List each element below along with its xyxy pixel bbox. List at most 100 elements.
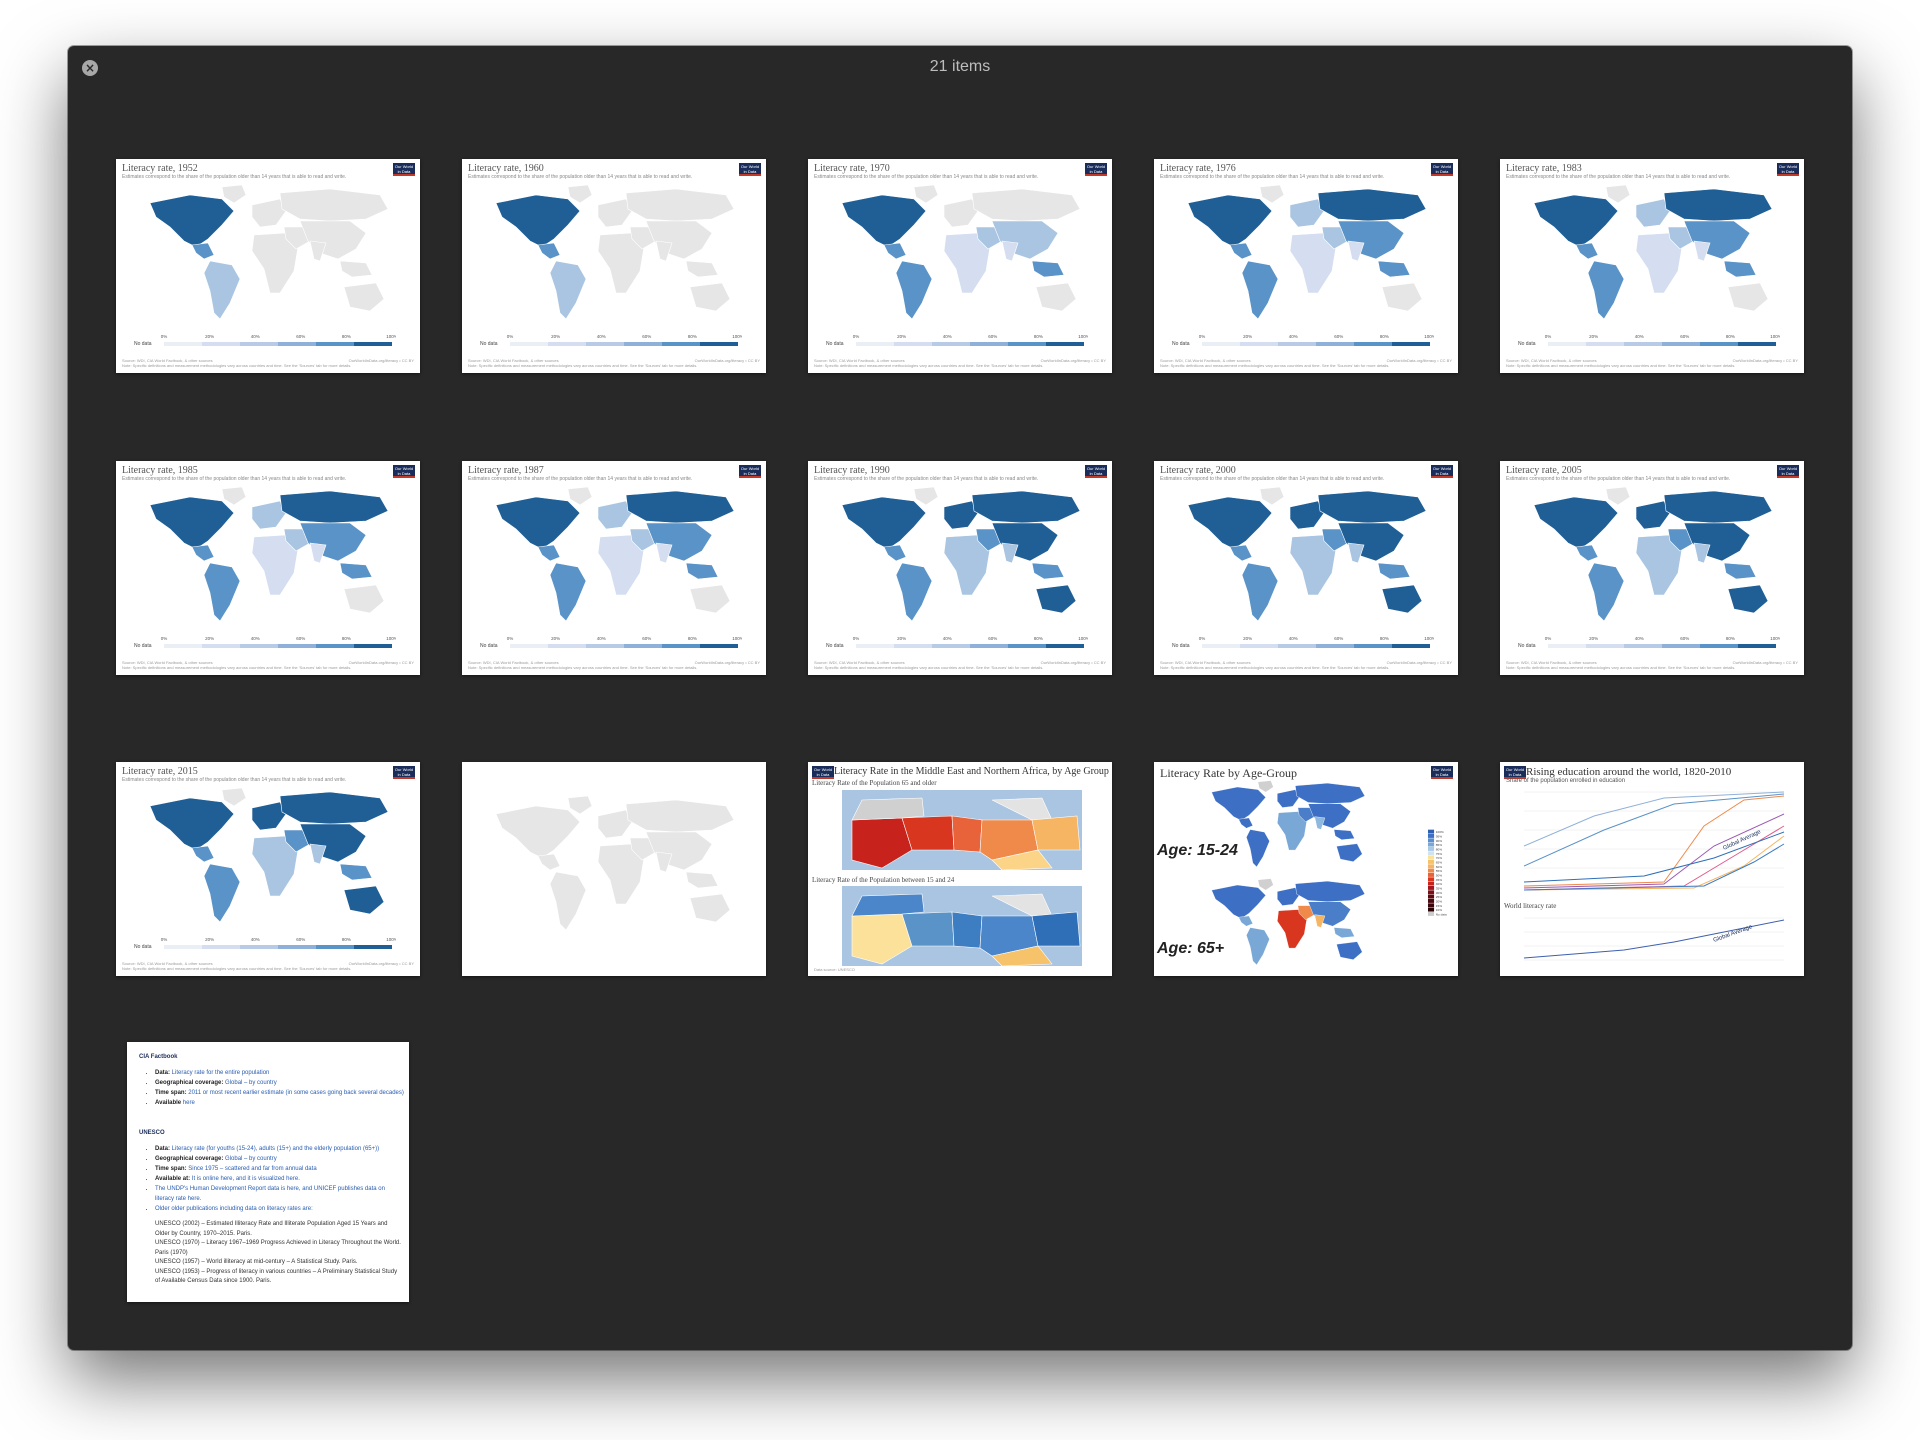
map-region-sa [1587,562,1625,622]
color-legend: No data 0% 20% 40% 60% 80% 100% [826,636,1088,649]
rising-education-thumbnail[interactable]: Our World in Data Rising education around… [1500,762,1804,976]
rising-title: Rising education around the world, 1820-… [1526,766,1732,778]
item-value[interactable]: The UNDP's Human Development Report data… [155,1186,385,1202]
world-map [841,486,1081,622]
map-thumbnail[interactable]: Literacy rate, 1960 Estimates correspond … [462,159,766,373]
item-value[interactable]: Since 1975 – scattered and far from annu… [188,1166,316,1172]
map-thumbnail[interactable]: Literacy rate, 2005 Estimates correspond … [1500,461,1804,675]
legend-swatch [1428,890,1435,895]
map-region-au [1336,843,1363,862]
legend-tick: 40% [1289,334,1298,339]
map-region-eu [597,500,633,530]
legend-swatch [1662,342,1700,346]
map-region-sea [339,562,373,580]
legend-label: 10% [1436,908,1442,912]
legend-swatch [970,342,1008,346]
legend-swatch [624,644,662,648]
item-value[interactable]: Older older publications including data … [155,1206,313,1212]
mena-thumbnail[interactable]: Our World in Data Literacy Rate in the Mi… [808,762,1112,976]
legend-swatch [1316,644,1354,648]
map-thumbnail[interactable]: Literacy rate, 1983 Estimates correspond … [1500,159,1804,373]
legend-tick: 80% [1726,636,1735,641]
map-thumbnail[interactable]: Literacy rate, 2015 Estimates correspond … [116,762,420,976]
legend-swatch [700,342,738,346]
item-value[interactable]: Global – by country [225,1156,277,1162]
source-link: OurWorldInData.org/literacy • CC BY [348,358,414,363]
publication-item: UNESCO (2002) – Estimated Illiteracy Rat… [155,1221,388,1237]
map-region-grn [1605,184,1631,204]
item-key: Geographical coverage: [155,1080,226,1086]
legend-tick: 40% [1289,636,1298,641]
legend-label: 20% [1436,899,1442,903]
agegroup-thumbnail[interactable]: Literacy Rate by Age-Group Our World in D… [1154,762,1458,976]
item-value[interactable]: It is online here, and it is visualized … [192,1176,300,1182]
mena-region [951,911,983,949]
publications-list: UNESCO (2002) – Estimated Illiteracy Rat… [155,1220,403,1287]
legend-swatch [856,644,894,648]
map-region-na [495,496,581,550]
item-value[interactable]: here [183,1100,195,1106]
color-legend: No data 0% 20% 40% 60% 80% 100% [1518,636,1780,649]
legend-tick: 100% [1078,334,1088,339]
item-value[interactable]: Global – by country [225,1080,277,1086]
map-thumbnail[interactable]: Literacy rate, 1952 Estimates correspond … [116,159,420,373]
list-item: The UNDP's Human Development Report data… [155,1184,405,1204]
blank-world-map [495,795,735,931]
source-link: OurWorldInData.org/literacy • CC BY [694,660,760,665]
legend-tick: 100% [1770,334,1780,339]
item-value[interactable]: Literacy rate (for youths (15-24), adult… [172,1146,379,1152]
map-thumbnail[interactable]: Literacy rate, 1970 Estimates correspond … [808,159,1112,373]
legend-label: 65% [1436,860,1442,864]
map-region-as [299,522,367,562]
mena-region [1031,911,1081,947]
legend-tick: 20% [1589,636,1598,641]
thumbnail-title: Literacy rate, 2000 [1160,465,1236,476]
legend-tick: 20% [205,334,214,339]
map-region-grn [567,486,593,506]
legend-swatch [164,945,202,949]
blank-map-thumbnail[interactable] [462,762,766,976]
color-legend: No data 0% 20% 40% 60% 80% 100% [134,636,396,649]
item-value[interactable]: 2011 or most recent earlier estimate (in… [188,1090,404,1096]
map-region-sa [1246,927,1270,966]
map-thumbnail[interactable]: Literacy rate, 1990 Estimates correspond … [808,461,1112,675]
world-map [1533,486,1773,622]
owid-logo: Our World in Data [393,465,415,478]
legend-swatch [1202,644,1240,648]
source-link: OurWorldInData.org/literacy • CC BY [1732,660,1798,665]
owid-logo: Our World in Data [1085,163,1107,176]
map-thumbnail[interactable]: Literacy rate, 1985 Estimates correspond … [116,461,420,675]
legend-tick: 0% [853,334,860,339]
item-value[interactable]: Literacy rate for the entire population [172,1070,270,1076]
map-region-sa [203,863,241,923]
map-region-sa [549,260,587,320]
map-region-ca [1575,544,1599,562]
map-region-grn [1259,486,1285,506]
legend-tick: 40% [251,636,260,641]
mena-title: Literacy Rate in the Middle East and Nor… [834,766,1109,777]
color-legend: No data 0% 20% 40% 60% 80% 100% [134,334,396,347]
thumbnail-title: Literacy rate, 2005 [1506,465,1582,476]
legend-tick: 20% [1243,334,1252,339]
legend-swatch [1700,342,1738,346]
map-thumbnail[interactable]: Literacy rate, 2000 Estimates correspond … [1154,461,1458,675]
legend-swatch [548,644,586,648]
map-thumbnail[interactable]: Literacy rate, 1987 Estimates correspond … [462,461,766,675]
legend-tick: 80% [1380,334,1389,339]
unesco-heading: UNESCO [139,1130,165,1136]
color-legend: No data 0% 20% 40% 60% 80% 100% [480,636,742,649]
legend-swatch [1624,644,1662,648]
map-region-ru [625,799,735,833]
color-legend: No data 0% 20% 40% 60% 80% 100% [826,334,1088,347]
legend-swatch [164,342,202,346]
owid-logo: Our World in Data [1431,766,1453,779]
map-region-ca [537,544,561,562]
source-link: OurWorldInData.org/literacy • CC BY [348,660,414,665]
document-thumbnail[interactable]: CIA Factbook Data: Literacy rate for the… [127,1042,409,1302]
thumbnail-title: Literacy rate, 1990 [814,465,890,476]
legend-tick: 100% [732,636,742,641]
thumbnail-subtitle: Estimates correspond to the share of the… [814,174,1039,180]
map-region-ind [655,851,673,873]
map-thumbnail[interactable]: Literacy rate, 1976 Estimates correspond … [1154,159,1458,373]
map-region-eu [1289,500,1325,530]
